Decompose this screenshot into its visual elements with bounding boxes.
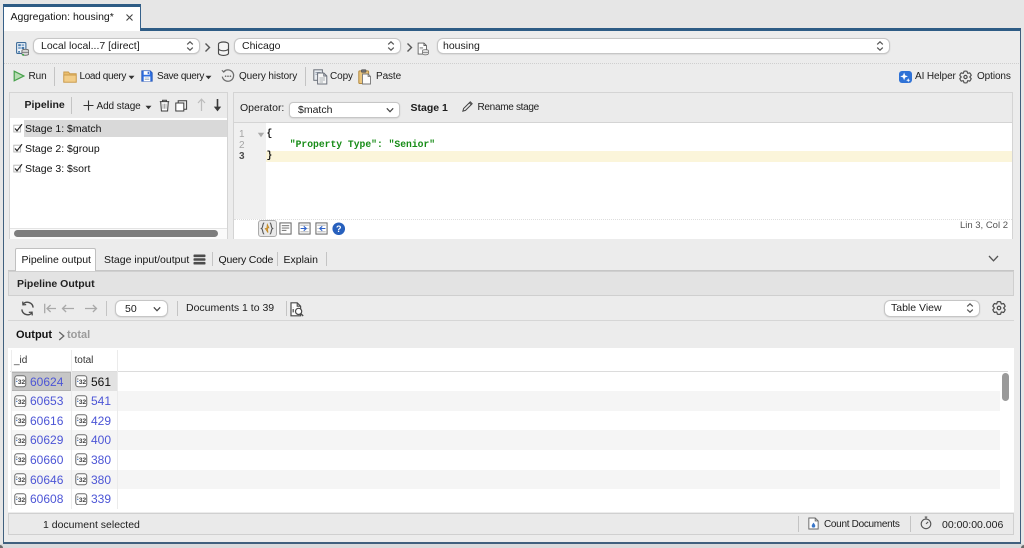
svg-text:32: 32: [18, 438, 26, 445]
svg-text:32: 32: [18, 379, 26, 386]
svg-text:32: 32: [79, 477, 87, 484]
svg-text:32: 32: [18, 477, 26, 484]
svg-text:32: 32: [79, 457, 87, 464]
svg-text:32: 32: [18, 457, 26, 464]
svg-text:32: 32: [79, 496, 87, 503]
svg-text:32: 32: [79, 379, 87, 386]
svg-text:32: 32: [79, 398, 87, 405]
svg-text:32: 32: [18, 418, 26, 425]
svg-text:?: ?: [336, 223, 342, 233]
svg-text:32: 32: [18, 398, 26, 405]
svg-text:32: 32: [18, 496, 26, 503]
svg-text:32: 32: [79, 438, 87, 445]
svg-text:32: 32: [79, 418, 87, 425]
